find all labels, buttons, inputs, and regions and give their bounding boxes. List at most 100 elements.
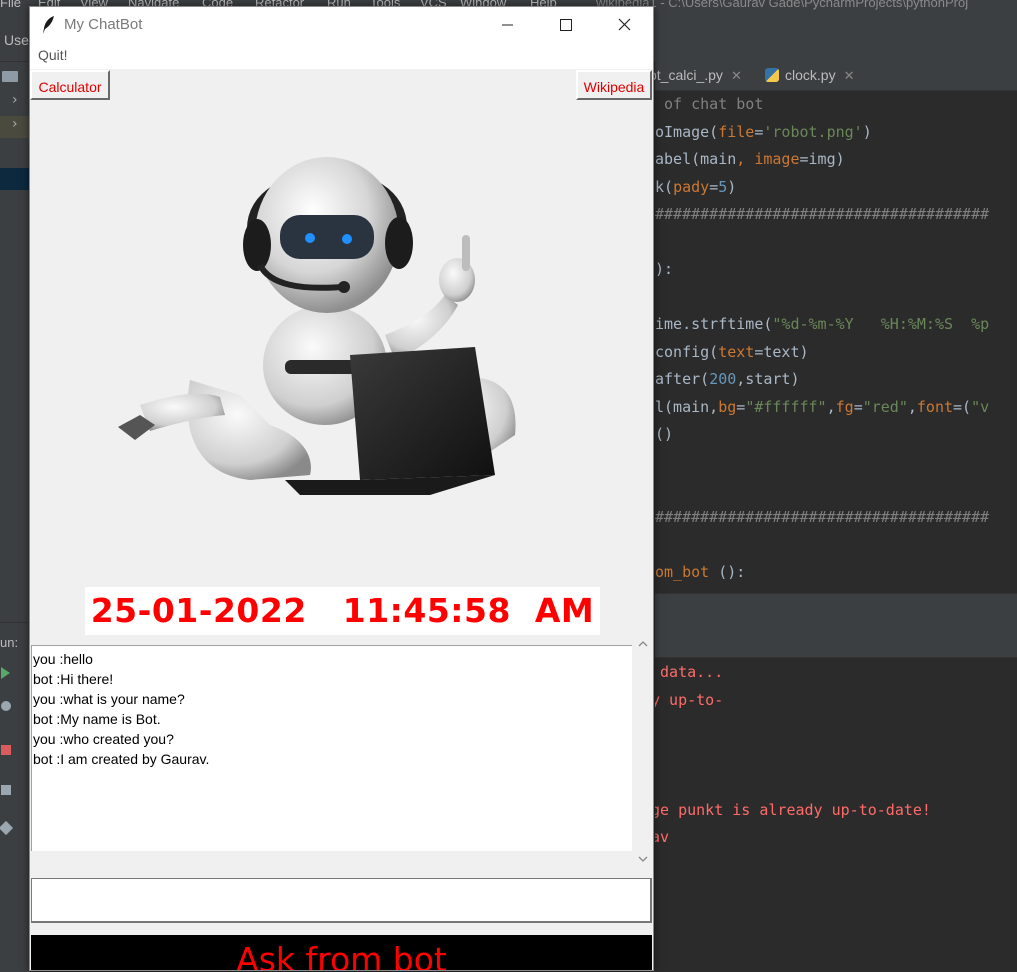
code-line: om_bot (): [655, 563, 745, 581]
robot-image [118, 157, 516, 495]
code-token: of chat bot [655, 95, 764, 113]
code-line: oImage(file='robot.png') [655, 123, 872, 141]
editor-tab-label: ot_calci_.py [649, 67, 723, 83]
minimize-icon [502, 24, 513, 26]
code-token: () [655, 425, 674, 443]
project-tree-row-selected[interactable] [0, 168, 30, 190]
code-token: pady [673, 177, 710, 196]
editor-tab[interactable]: clock.py ✕ [765, 61, 854, 90]
code-line: of chat bot [655, 95, 763, 113]
code-token: 200 [709, 370, 737, 388]
code-token: =( [953, 397, 972, 416]
chat-message: you :who created you? [33, 731, 174, 747]
code-line: ime.strftime("%d-%m-%Y %H:%M:%S %p [655, 315, 989, 333]
chat-message: you :hello [33, 651, 93, 667]
code-token: bg [718, 397, 737, 416]
window-titlebar[interactable]: My ChatBot [30, 7, 653, 43]
chat-message: bot :My name is Bot. [33, 711, 161, 727]
code-token: ,start) [736, 370, 800, 388]
python-file-icon [765, 68, 779, 82]
ide-editor-tabs: ot_calci_.py ✕ clock.py ✕ [649, 61, 1017, 91]
chat-message: bot :Hi there! [33, 671, 114, 687]
code-token: =img) [799, 150, 845, 168]
chat-history-footer [31, 851, 632, 878]
chatbot-window: My ChatBot Quit! Calculator Wikipedia 25… [29, 6, 654, 971]
code-token: ##################################### [655, 205, 990, 223]
chat-message: you :what is your name? [33, 691, 185, 707]
project-tree-row[interactable]: › [0, 92, 30, 114]
console-line: data... [655, 663, 724, 681]
chat-history[interactable]: you :hello bot :Hi there! you :what is you… [31, 645, 632, 851]
rerun-icon[interactable] [1, 667, 10, 679]
quit-menu-item[interactable]: Quit! [38, 47, 68, 63]
wrench-icon[interactable] [1, 701, 11, 711]
console-line: y up-to- [655, 690, 724, 709]
console-line: ge punkt is already up-to-date! [655, 800, 931, 819]
close-button[interactable] [595, 7, 653, 43]
chat-message: bot :I am created by Gaurav. [33, 751, 210, 767]
window-menubar: Quit! [30, 43, 653, 70]
code-token: font [916, 397, 954, 416]
ide-project-panel: › › [0, 62, 30, 622]
code-token: "red" [862, 397, 908, 416]
code-token: 5 [718, 177, 728, 196]
code-token: =text) [754, 342, 809, 361]
chat-scrollbar[interactable] [634, 635, 652, 865]
ide-run-toolbar: un: [0, 622, 30, 972]
code-token: ) [727, 177, 737, 196]
project-tree-row[interactable]: › [0, 116, 30, 138]
code-token: ) [862, 122, 872, 141]
scroll-down-icon[interactable] [637, 853, 649, 865]
pin-icon[interactable] [0, 820, 14, 836]
maximize-icon [560, 19, 572, 31]
code-token: ime.strftime( [655, 315, 773, 333]
chevron-right-icon: › [12, 116, 18, 132]
code-token: abel(main [655, 150, 737, 168]
code-token: k( [655, 177, 674, 196]
code-token: oImage( [655, 122, 719, 141]
maximize-button[interactable] [536, 7, 594, 43]
editor-tab[interactable]: ot_calci_.py ✕ [649, 61, 742, 90]
code-token: image [754, 150, 800, 168]
code-token: l(main, [655, 397, 719, 416]
code-line: abel(main, image=img) [655, 150, 845, 168]
ide-panel-divider [655, 593, 1017, 628]
ide-run-console[interactable]: data... y up-to-ge punkt is already up-to… [655, 658, 1017, 971]
window-title: My ChatBot [64, 16, 143, 33]
code-token: "%d-%m-%Y %H:%M:%S %p [772, 315, 990, 333]
minimize-button[interactable] [478, 7, 536, 43]
code-token: file [718, 122, 755, 141]
code-line: l(main,bg="#ffffff",fg="red",font=("v [655, 398, 989, 416]
ask-from-bot-button[interactable]: Ask from bot [31, 935, 652, 970]
message-input[interactable] [31, 878, 652, 923]
scroll-up-icon[interactable] [637, 638, 649, 650]
ide-run-header [655, 627, 1017, 658]
code-line: config(text=text) [655, 343, 809, 361]
code-line: after(200,start) [655, 370, 800, 388]
code-line: ##################################### [655, 205, 989, 223]
code-token: "#ffffff" [745, 397, 827, 416]
close-icon [618, 18, 631, 31]
close-tab-icon[interactable]: ✕ [731, 68, 742, 83]
close-tab-icon[interactable]: ✕ [844, 68, 855, 83]
ide-menu-file[interactable]: File [0, 0, 21, 10]
code-token: = [853, 397, 863, 416]
code-token: fg [835, 397, 854, 416]
code-line: () [655, 425, 673, 443]
calculator-button[interactable]: Calculator [30, 70, 110, 100]
editor-tab-label: clock.py [785, 67, 836, 83]
code-token: "v [971, 397, 990, 416]
project-tree-row[interactable] [0, 66, 30, 88]
ide-code-editor[interactable]: of chat bot oImage(file='robot.png') abel(… [655, 91, 1017, 593]
code-token: (): [709, 562, 746, 581]
console-scrollbar[interactable] [1005, 660, 1017, 960]
stop-icon[interactable] [1, 745, 11, 755]
chevron-right-icon: › [12, 92, 18, 108]
layout-icon[interactable] [1, 785, 11, 795]
clock-display: 25-01-2022 11:45:58 AM [85, 587, 600, 635]
wikipedia-button[interactable]: Wikipedia [576, 70, 652, 100]
code-token: = [736, 397, 746, 416]
ide-run-label: un: [0, 635, 19, 650]
code-token: , [736, 150, 755, 168]
code-token: text [718, 342, 755, 361]
